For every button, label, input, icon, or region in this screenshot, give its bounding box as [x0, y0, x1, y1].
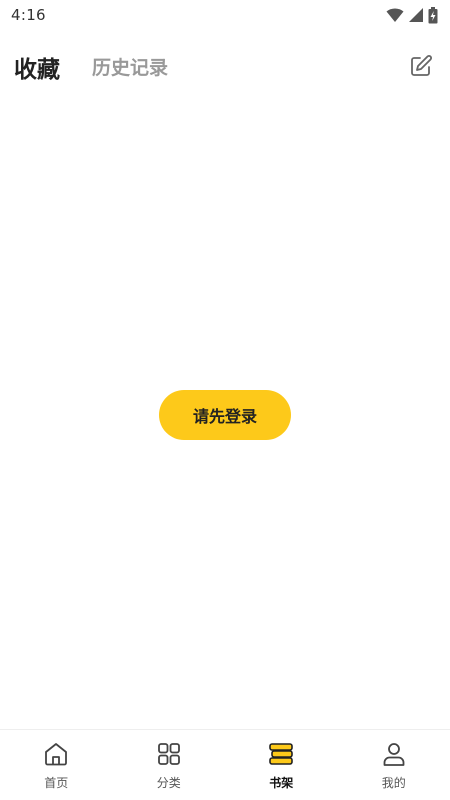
nav-label-bookshelf: 书架: [269, 776, 294, 790]
nav-item-home[interactable]: 首页: [0, 730, 113, 800]
user-icon: [383, 743, 405, 766]
home-icon: [45, 743, 68, 766]
nav-label-category: 分类: [156, 776, 181, 790]
status-icons: [386, 6, 438, 24]
status-bar: 4:16: [0, 0, 450, 30]
edit-icon[interactable]: [409, 54, 433, 78]
tab-favorites[interactable]: 收藏: [14, 50, 60, 84]
header: 收藏 历史记录: [0, 44, 450, 88]
tab-history[interactable]: 历史记录: [92, 53, 168, 80]
bookshelf-icon: [269, 743, 294, 765]
app-screen: 4:16 收藏 历史记录 请先登录 首页 分类 书架 我的: [0, 0, 450, 800]
status-time: 4:16: [11, 6, 46, 24]
nav-item-bookshelf[interactable]: 书架: [225, 730, 338, 800]
login-button[interactable]: 请先登录: [159, 390, 291, 440]
battery-charging-icon: [428, 6, 438, 23]
nav-label-home: 首页: [44, 776, 69, 790]
grid-icon: [157, 743, 180, 765]
nav-label-mine: 我的: [381, 776, 406, 790]
wifi-icon: [386, 8, 404, 22]
signal-icon: [409, 8, 423, 22]
nav-item-mine[interactable]: 我的: [338, 730, 450, 800]
nav-item-category[interactable]: 分类: [113, 730, 226, 800]
bottom-nav: 首页 分类 书架 我的: [0, 729, 450, 800]
